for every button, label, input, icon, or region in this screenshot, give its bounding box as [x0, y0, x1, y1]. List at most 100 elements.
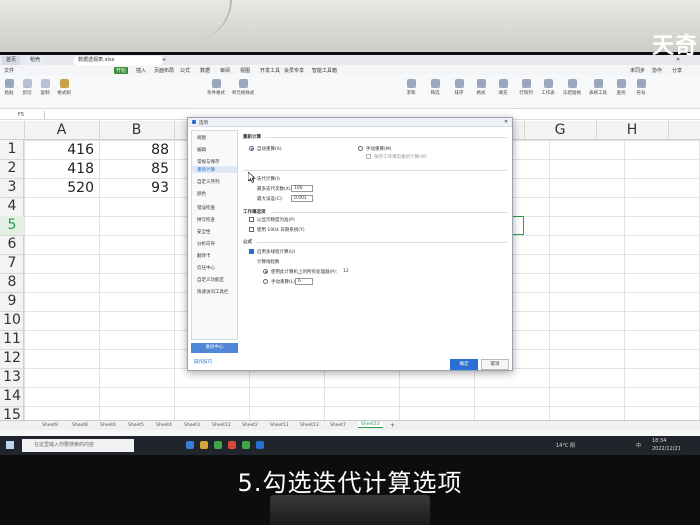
nav-item-recalc[interactable]: 重新计算 — [197, 167, 215, 173]
fill-button[interactable]: 填充 — [496, 79, 510, 96]
manual-threads-radio[interactable] — [263, 279, 268, 284]
sync-status[interactable]: 未同步 — [630, 67, 645, 74]
nav-item-analysis[interactable]: 分析向导 — [197, 241, 215, 247]
conditional-format-button[interactable]: 条件格式 — [204, 79, 228, 96]
sheet-tab[interactable]: Sheet11 — [270, 423, 289, 428]
collab-button[interactable]: 协作 — [652, 67, 662, 74]
sum-button[interactable]: 求和 — [404, 79, 418, 96]
taskview-icon[interactable] — [186, 441, 194, 449]
menu-start[interactable]: 开始 — [114, 67, 129, 74]
wechat-icon[interactable] — [242, 441, 250, 449]
nav-item-trust-center[interactable]: 信任中心 — [197, 265, 215, 271]
select-all-corner[interactable] — [0, 121, 25, 140]
table-tools-button[interactable]: 表格工具 — [588, 79, 608, 96]
nav-item-translate[interactable]: 翻译卡 — [197, 253, 211, 259]
nav-item-spell-check[interactable]: 拼写检查 — [197, 217, 215, 223]
sheet-tab-active[interactable]: Sheet10 — [358, 422, 383, 428]
column-header-h[interactable]: H — [596, 121, 669, 140]
recalc-before-save-checkbox[interactable] — [366, 154, 371, 159]
row-header[interactable]: 12 — [0, 349, 24, 369]
column-header-b[interactable]: B — [99, 121, 175, 140]
sort-button[interactable]: 排序 — [452, 79, 466, 96]
cell-b1[interactable]: 88 — [99, 142, 169, 158]
column-header-g[interactable]: G — [524, 121, 597, 140]
max-change-input[interactable]: 0.001 — [291, 195, 313, 202]
folder-icon[interactable] — [200, 441, 208, 449]
sheet-tab[interactable]: Sheet2 — [242, 423, 258, 428]
format-button[interactable]: 格式 — [474, 79, 488, 96]
row-header[interactable]: 4 — [0, 197, 24, 217]
row-header[interactable]: 7 — [0, 254, 24, 274]
nav-item-custom-list[interactable]: 自定义序列 — [197, 179, 220, 185]
max-iter-input[interactable]: 100 — [291, 185, 313, 192]
precision-checkbox[interactable] — [249, 217, 254, 222]
manual-recalc-radio[interactable] — [358, 146, 363, 151]
row-header[interactable]: 10 — [0, 311, 24, 331]
window-close-icon[interactable]: ✕ — [672, 56, 684, 65]
menu-page-layout[interactable]: 页面布局 — [154, 67, 174, 74]
row-header[interactable]: 8 — [0, 273, 24, 293]
taskbar-search-input[interactable]: 在这里输入你要搜索的内容 — [22, 439, 134, 452]
tab-home[interactable]: 首页 — [2, 56, 21, 65]
windows-start-icon[interactable] — [6, 441, 14, 449]
find-button[interactable]: 查找 — [614, 79, 628, 96]
freeze-panes-button[interactable]: 冻结窗格 — [562, 79, 582, 96]
nav-item-security[interactable]: 安全性 — [197, 229, 211, 235]
cell-b2[interactable]: 85 — [99, 161, 169, 177]
date1904-checkbox[interactable] — [249, 227, 254, 232]
menu-developer[interactable]: 开发工具 — [260, 67, 280, 74]
tips-link[interactable]: 操作技巧 — [194, 359, 212, 365]
copy-button[interactable]: 复制 — [38, 79, 52, 96]
cell-a2[interactable]: 418 — [24, 161, 94, 177]
sheet-tab[interactable]: Sheet5 — [128, 423, 144, 428]
row-header[interactable]: 9 — [0, 292, 24, 312]
row-header[interactable]: 11 — [0, 330, 24, 350]
sheet-tab[interactable]: Sheet8 — [72, 423, 88, 428]
format-painter-button[interactable]: 格式刷 — [56, 79, 72, 96]
row-header[interactable]: 2 — [0, 159, 24, 179]
paste-button[interactable]: 粘贴 — [2, 79, 16, 96]
cancel-button[interactable]: 取消 — [481, 359, 509, 370]
menu-formula[interactable]: 公式 — [180, 67, 190, 74]
backup-center-button[interactable]: 备份中心 — [191, 343, 238, 353]
row-header[interactable]: 13 — [0, 368, 24, 388]
sheet-tab[interactable]: Sheet13 — [300, 423, 319, 428]
clock-date[interactable]: 2022/12/21 — [652, 446, 681, 452]
share-button[interactable]: 分享 — [672, 67, 682, 74]
cell-a3[interactable]: 520 — [24, 180, 94, 196]
nav-item-edit[interactable]: 编辑 — [197, 147, 206, 153]
sheet-tab[interactable]: Sheet4 — [156, 423, 172, 428]
multithread-checkbox[interactable] — [249, 249, 254, 254]
nav-item-error-check[interactable]: 错误检查 — [197, 205, 215, 211]
add-sheet-icon[interactable]: + — [390, 422, 395, 429]
browser-icon[interactable] — [214, 441, 222, 449]
menu-member[interactable]: 会员专享 — [284, 67, 304, 74]
ok-button[interactable]: 确定 — [450, 359, 478, 370]
sheet-tab[interactable]: Sheet9 — [42, 423, 58, 428]
nav-item-view[interactable]: 视图 — [197, 135, 206, 141]
nav-item-custom-ribbon[interactable]: 自定义功能区 — [197, 277, 224, 283]
menu-data[interactable]: 数据 — [200, 67, 210, 74]
cell-b3[interactable]: 93 — [99, 180, 169, 196]
wps-icon[interactable] — [256, 441, 264, 449]
name-box[interactable]: F5 — [18, 112, 24, 118]
app-icon[interactable] — [228, 441, 236, 449]
sheet-tab[interactable]: Sheet3 — [184, 423, 200, 428]
row-header[interactable]: 14 — [0, 387, 24, 407]
nav-item-color[interactable]: 颜色 — [197, 191, 206, 197]
clock-time[interactable]: 18:34 — [652, 438, 666, 444]
menu-smart-tools[interactable]: 智能工具箱 — [312, 67, 337, 74]
sheet-tab[interactable]: Sheet7 — [330, 423, 346, 428]
menu-file[interactable]: 文件 — [4, 67, 14, 74]
weather-status[interactable]: 14°C 阴 — [556, 442, 575, 449]
nav-item-quick-access[interactable]: 快速访问工具栏 — [197, 289, 229, 295]
dialog-close-icon[interactable]: ✕ — [504, 119, 508, 125]
nav-item-general[interactable]: 常规与保存 — [197, 159, 220, 165]
cell-style-button[interactable]: 单元格样式 — [230, 79, 256, 96]
column-header-a[interactable]: A — [24, 121, 100, 140]
cut-button[interactable]: 剪切 — [20, 79, 34, 96]
row-header[interactable]: 3 — [0, 178, 24, 198]
rows-cols-button[interactable]: 行和列 — [518, 79, 534, 96]
tab-docer[interactable]: 稻壳 — [26, 56, 45, 65]
row-header-active[interactable]: 5 — [0, 216, 24, 236]
